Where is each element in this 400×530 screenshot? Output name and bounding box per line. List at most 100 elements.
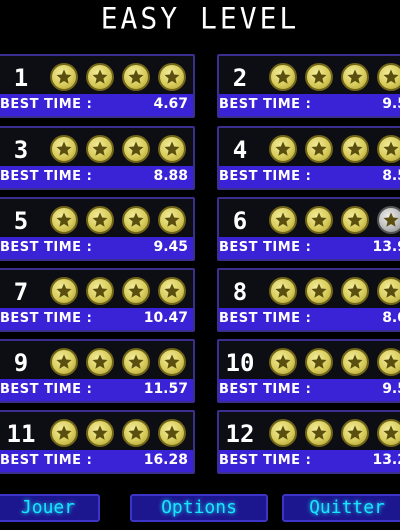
- gold-star-icon: [377, 277, 400, 305]
- gold-star-icon: [305, 419, 333, 447]
- gold-star-icon: [122, 419, 150, 447]
- jouer-button[interactable]: Jouer: [0, 494, 100, 522]
- level-number: 12: [225, 420, 255, 448]
- best-time-label: BEST TIME :: [0, 311, 93, 326]
- gold-star-icon: [158, 277, 186, 305]
- level-number: 5: [13, 207, 29, 235]
- level-number: 11: [6, 420, 36, 448]
- best-time-value: 9.45: [153, 239, 188, 255]
- gold-star-icon: [305, 206, 333, 234]
- gold-star-icon: [377, 63, 400, 91]
- best-time-value: 11.57: [143, 381, 188, 397]
- gold-star-icon: [50, 206, 78, 234]
- level-card[interactable]: 2 BEST TIME : 9.5: [217, 54, 400, 118]
- gold-star-icon: [158, 348, 186, 376]
- level-number: 3: [13, 136, 29, 164]
- best-time-bar: BEST TIME : 13.2: [219, 450, 400, 472]
- level-card[interactable]: 10 BEST TIME : 9.5: [217, 339, 400, 403]
- gold-star-icon: [341, 206, 369, 234]
- gold-star-icon: [305, 135, 333, 163]
- gold-star-icon: [341, 277, 369, 305]
- best-time-label: BEST TIME :: [0, 453, 93, 468]
- gold-star-icon: [158, 135, 186, 163]
- level-number: 2: [232, 64, 248, 92]
- gold-star-icon: [122, 277, 150, 305]
- best-time-value: 10.47: [143, 310, 188, 326]
- gold-star-icon: [269, 419, 297, 447]
- best-time-value: 9.5: [382, 96, 400, 112]
- best-time-value: 13.2: [372, 452, 400, 468]
- best-time-bar: BEST TIME : 13.9: [219, 237, 400, 259]
- level-card[interactable]: 6 BEST TIME : 13.9: [217, 197, 400, 261]
- gold-star-icon: [305, 348, 333, 376]
- best-time-label: BEST TIME :: [219, 169, 312, 184]
- level-number: 10: [225, 349, 255, 377]
- best-time-label: BEST TIME :: [0, 97, 93, 112]
- best-time-value: 8.88: [153, 168, 188, 184]
- best-time-label: BEST TIME :: [219, 311, 312, 326]
- gold-star-icon: [269, 63, 297, 91]
- best-time-value: 4.67: [153, 96, 188, 112]
- gold-star-icon: [377, 348, 400, 376]
- best-time-label: BEST TIME :: [0, 169, 93, 184]
- level-number: 7: [13, 278, 29, 306]
- gold-star-icon: [86, 206, 114, 234]
- gold-star-icon: [341, 419, 369, 447]
- best-time-value: 9.5: [382, 381, 400, 397]
- gold-star-icon: [86, 419, 114, 447]
- best-time-label: BEST TIME :: [219, 453, 312, 468]
- level-card[interactable]: 5 BEST TIME : 9.45: [0, 197, 195, 261]
- best-time-bar: BEST TIME : 9.5: [219, 379, 400, 401]
- level-number: 1: [13, 64, 29, 92]
- gold-star-icon: [269, 135, 297, 163]
- options-button[interactable]: Options: [130, 494, 268, 522]
- level-card[interactable]: 7 BEST TIME : 10.47: [0, 268, 195, 332]
- best-time-bar: BEST TIME : 9.5: [219, 94, 400, 116]
- best-time-label: BEST TIME :: [219, 97, 312, 112]
- level-number: 4: [232, 136, 248, 164]
- gold-star-icon: [341, 348, 369, 376]
- level-number: 8: [232, 278, 248, 306]
- gold-star-icon: [269, 277, 297, 305]
- best-time-label: BEST TIME :: [219, 240, 312, 255]
- best-time-label: BEST TIME :: [0, 240, 93, 255]
- bottom-menu: Jouer Options Quitter: [0, 488, 400, 530]
- level-card[interactable]: 4 BEST TIME : 8.5: [217, 126, 400, 190]
- best-time-bar: BEST TIME : 4.67: [0, 94, 193, 116]
- level-card[interactable]: 12 BEST TIME : 13.2: [217, 410, 400, 474]
- quitter-button[interactable]: Quitter: [282, 494, 400, 522]
- gold-star-icon: [122, 135, 150, 163]
- gold-star-icon: [305, 63, 333, 91]
- gold-star-icon: [50, 348, 78, 376]
- best-time-bar: BEST TIME : 10.47: [0, 308, 193, 330]
- gray-star-icon: [377, 206, 400, 234]
- gold-star-icon: [50, 277, 78, 305]
- gold-star-icon: [341, 63, 369, 91]
- best-time-value: 8.5: [382, 168, 400, 184]
- gold-star-icon: [269, 348, 297, 376]
- level-card[interactable]: 11 BEST TIME : 16.28: [0, 410, 195, 474]
- gold-star-icon: [158, 419, 186, 447]
- gold-star-icon: [377, 419, 400, 447]
- gold-star-icon: [50, 419, 78, 447]
- best-time-value: 16.28: [143, 452, 188, 468]
- level-card[interactable]: 8 BEST TIME : 8.0: [217, 268, 400, 332]
- level-grid: 1BEST TIME :4.672BEST TIME :9.53BEST TIM…: [0, 0, 400, 530]
- gold-star-icon: [86, 277, 114, 305]
- best-time-label: BEST TIME :: [0, 382, 93, 397]
- gold-star-icon: [377, 135, 400, 163]
- best-time-bar: BEST TIME : 8.88: [0, 166, 193, 188]
- gold-star-icon: [158, 63, 186, 91]
- best-time-bar: BEST TIME : 11.57: [0, 379, 193, 401]
- best-time-bar: BEST TIME : 9.45: [0, 237, 193, 259]
- level-card[interactable]: 1 BEST TIME : 4.67: [0, 54, 195, 118]
- gold-star-icon: [86, 135, 114, 163]
- best-time-value: 8.0: [382, 310, 400, 326]
- gold-star-icon: [50, 63, 78, 91]
- gold-star-icon: [122, 348, 150, 376]
- gold-star-icon: [86, 63, 114, 91]
- gold-star-icon: [305, 277, 333, 305]
- level-card[interactable]: 9 BEST TIME : 11.57: [0, 339, 195, 403]
- best-time-bar: BEST TIME : 8.5: [219, 166, 400, 188]
- level-card[interactable]: 3 BEST TIME : 8.88: [0, 126, 195, 190]
